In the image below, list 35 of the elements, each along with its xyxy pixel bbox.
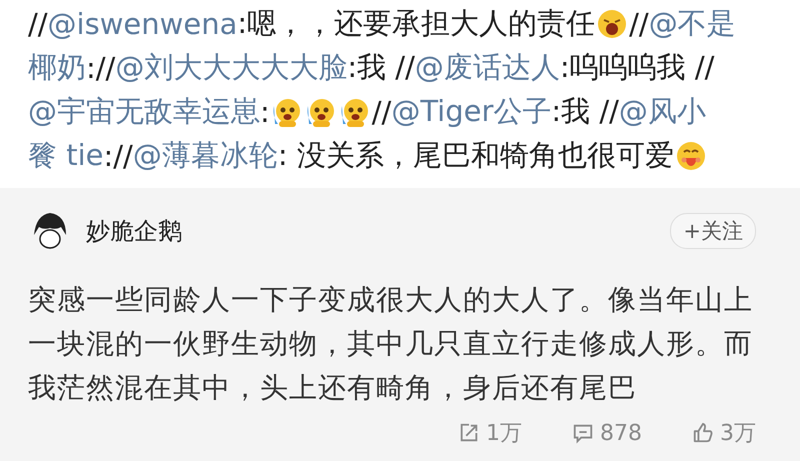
comment-text: ://	[104, 139, 133, 173]
user-mention-link[interactable]: @宇宙无敌幸运崽	[28, 92, 260, 132]
repost-count[interactable]: 1万	[458, 418, 522, 448]
user-mention-link[interactable]: @不是	[648, 4, 736, 44]
thumbs-up-icon	[692, 422, 714, 444]
comment-text: :呜呜呜我 //	[560, 49, 714, 86]
user-mention-link[interactable]: @Tiger公子	[391, 92, 552, 132]
user-mention-link[interactable]: @风小	[618, 92, 706, 132]
comment-text: :我 //	[551, 93, 619, 130]
user-mention-link[interactable]: 餮 tie	[28, 136, 104, 176]
comment-text: ://	[86, 51, 116, 85]
user-mention-link[interactable]: 椰奶	[28, 48, 86, 88]
comment-text: :我 //	[347, 49, 415, 86]
smiling-face-icon	[674, 140, 707, 172]
repost-icon	[458, 422, 480, 444]
comment-text: : 没关系，尾巴和犄角也很可爱	[278, 137, 674, 174]
post-text: 突感一些同龄人一下子变成很大人的大人了。像当年山上一块混的一伙野生动物，其中几只直立行走修成人形。而我茫然混在其中，头上还有畸角，身后还有尾巴	[28, 282, 754, 406]
shouting-face-icon	[596, 8, 628, 40]
comment-icon	[572, 422, 594, 444]
crying-face-icon	[338, 96, 371, 128]
comment-text: //	[28, 7, 48, 41]
user-mention-link[interactable]: @薄暮冰轮	[132, 136, 278, 176]
comment-text: //	[372, 95, 392, 129]
comment-text: :嗯，，还要承担大人的责任	[237, 5, 596, 42]
user-mention-link[interactable]: @废话达人	[414, 48, 560, 88]
user-mention-link[interactable]: @iswenwena	[48, 7, 238, 41]
user-mention-link[interactable]: @刘大大大大大脸	[115, 48, 348, 88]
author-name[interactable]: 妙脆企鹅	[86, 215, 182, 247]
crying-face-icon	[270, 96, 303, 128]
comment-text: :	[260, 95, 270, 129]
comment-text: //	[629, 7, 649, 41]
follow-button[interactable]: +关注	[670, 213, 756, 249]
crying-face-icon	[304, 96, 337, 128]
comment-count[interactable]: 878	[572, 418, 642, 448]
like-count[interactable]: 3万	[692, 418, 756, 448]
